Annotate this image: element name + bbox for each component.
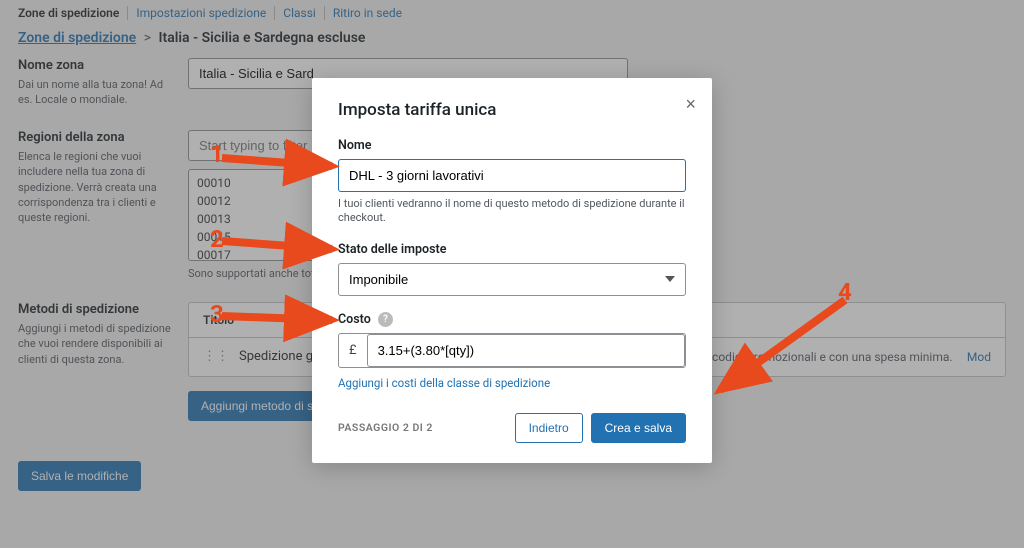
cost-label: Costo [338, 312, 371, 327]
tax-status-select[interactable]: Imponibile [338, 263, 686, 296]
method-name-input[interactable] [338, 159, 686, 192]
create-save-button[interactable]: Crea e salva [591, 413, 686, 443]
back-button[interactable]: Indietro [515, 413, 583, 443]
close-icon[interactable]: × [685, 94, 696, 115]
method-name-label: Nome [338, 138, 686, 153]
flat-rate-modal: × Imposta tariffa unica Nome I tuoi clie… [312, 78, 712, 463]
tax-status-label: Stato delle imposte [338, 242, 686, 257]
cost-input[interactable] [367, 334, 685, 367]
currency-symbol: £ [339, 335, 367, 366]
help-icon[interactable]: ? [378, 312, 393, 327]
modal-title: Imposta tariffa unica [338, 100, 686, 120]
add-class-costs-link[interactable]: Aggiungi i costi della classe di spedizi… [338, 376, 550, 390]
method-name-help: I tuoi clienti vedranno il nome di quest… [338, 197, 686, 226]
step-indicator: PASSAGGIO 2 DI 2 [338, 421, 433, 434]
